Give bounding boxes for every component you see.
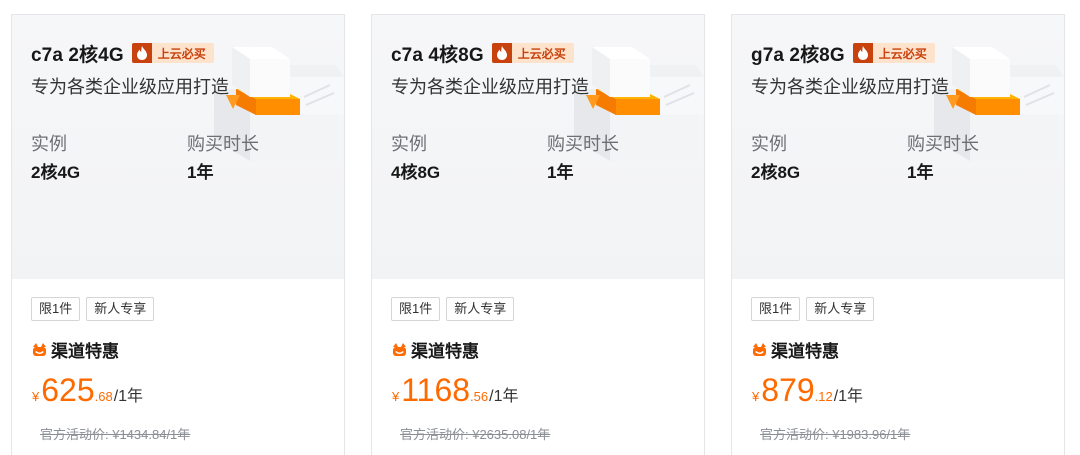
new-user-tag: 新人专享: [806, 297, 875, 321]
card-subtitle: 专为各类企业级应用打造: [31, 77, 229, 97]
flame-icon: [852, 43, 873, 63]
instance-value: 2核8G: [751, 163, 801, 182]
channel-offer-icon: [393, 342, 406, 356]
channel-offer: 渠道特惠: [392, 338, 479, 361]
card-title-row: c7a 4核8G 上云必买: [391, 41, 574, 66]
card-title: c7a 4核8G: [391, 44, 484, 66]
channel-offer-label: 渠道特惠: [411, 341, 479, 361]
price-unit: /1年: [113, 388, 144, 405]
price-decimal: .68: [94, 389, 113, 404]
hot-badge-label: 上云必买: [878, 46, 927, 61]
duration-spec: 购买时长 1年: [187, 133, 259, 184]
price: ¥ 1168 .56 /1年: [392, 371, 518, 409]
tag-list: 限1件 新人专享: [391, 297, 515, 321]
channel-offer: 渠道特惠: [752, 338, 839, 361]
hot-badge-label: 上云必买: [157, 46, 206, 61]
duration-label: 购买时长: [547, 134, 619, 154]
product-card-1[interactable]: c7a 2核4G 上云必买 专为各类企业级应用打造 实例 2核4G 购买时长 1…: [11, 14, 345, 455]
channel-offer: 渠道特惠: [32, 338, 119, 361]
duration-value: 1年: [187, 163, 214, 182]
price: ¥ 625 .68 /1年: [32, 371, 143, 409]
instance-value: 2核4G: [31, 163, 81, 182]
limit-tag: 限1件: [391, 297, 441, 321]
channel-offer-label: 渠道特惠: [51, 341, 119, 361]
price-unit: /1年: [833, 388, 864, 405]
card-subtitle: 专为各类企业级应用打造: [751, 77, 949, 97]
channel-offer-icon: [33, 342, 46, 356]
original-price: 官方活动价: ¥2635.08/1年: [400, 427, 551, 442]
duration-spec: 购买时长 1年: [547, 133, 619, 184]
hot-badge: 上云必买: [852, 43, 935, 63]
flame-icon: [491, 43, 512, 63]
limit-tag: 限1件: [751, 297, 801, 321]
duration-value: 1年: [907, 163, 934, 182]
hot-badge: 上云必买: [131, 43, 214, 63]
price-currency: ¥: [32, 389, 40, 404]
price-currency: ¥: [752, 389, 760, 404]
product-cards-row: c7a 2核4G 上云必买 专为各类企业级应用打造 实例 2核4G 购买时长 1…: [0, 0, 1080, 455]
instance-spec: 实例 2核8G: [751, 133, 800, 184]
instance-label: 实例: [751, 134, 787, 154]
duration-label: 购买时长: [907, 134, 979, 154]
card-subtitle: 专为各类企业级应用打造: [391, 77, 589, 97]
instance-spec: 实例 4核8G: [391, 133, 440, 184]
limit-tag: 限1件: [31, 297, 81, 321]
card-title-row: c7a 2核4G 上云必买: [31, 41, 214, 66]
price-integer: 625: [41, 372, 95, 408]
new-user-tag: 新人专享: [446, 297, 515, 321]
price-decimal: .56: [470, 389, 489, 404]
tag-list: 限1件 新人专享: [751, 297, 875, 321]
duration-label: 购买时长: [187, 134, 259, 154]
original-price: 官方活动价: ¥1434.84/1年: [40, 427, 191, 442]
channel-offer-icon: [753, 342, 766, 356]
instance-label: 实例: [391, 134, 427, 154]
hot-badge: 上云必买: [491, 43, 574, 63]
price-integer: 879: [761, 372, 815, 408]
product-card-2[interactable]: c7a 4核8G 上云必买 专为各类企业级应用打造 实例 4核8G 购买时长 1…: [371, 14, 705, 455]
original-price: 官方活动价: ¥1983.96/1年: [760, 427, 911, 442]
instance-value: 4核8G: [391, 163, 441, 182]
channel-offer-label: 渠道特惠: [771, 341, 839, 361]
instance-spec: 实例 2核4G: [31, 133, 80, 184]
price-integer: 1168: [401, 372, 471, 408]
tag-list: 限1件 新人专享: [31, 297, 155, 321]
hot-badge-label: 上云必买: [517, 46, 566, 61]
product-card-3[interactable]: g7a 2核8G 上云必买 专为各类企业级应用打造 实例 2核8G 购买时长 1…: [731, 14, 1065, 455]
price-unit: /1年: [489, 388, 519, 405]
card-title: c7a 2核4G: [31, 44, 124, 66]
instance-label: 实例: [31, 134, 67, 154]
price: ¥ 879 .12 /1年: [752, 371, 863, 409]
new-user-tag: 新人专享: [86, 297, 155, 321]
price-currency: ¥: [392, 389, 400, 404]
duration-value: 1年: [547, 163, 574, 182]
flame-icon: [131, 43, 152, 63]
duration-spec: 购买时长 1年: [907, 133, 979, 184]
card-title-row: g7a 2核8G 上云必买: [751, 41, 935, 66]
card-title: g7a 2核8G: [751, 44, 845, 66]
price-decimal: .12: [814, 389, 833, 404]
